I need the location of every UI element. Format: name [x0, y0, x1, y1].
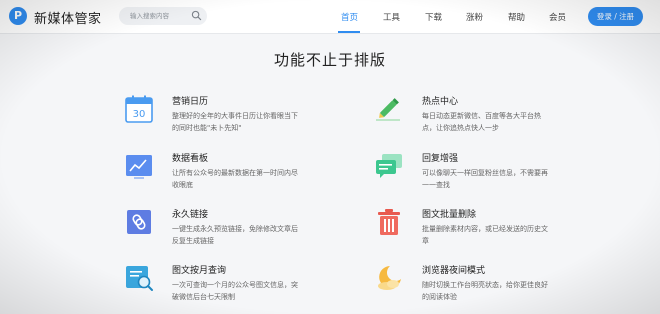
calendar-number: 30 [133, 109, 146, 120]
feature-marketing-calendar[interactable]: 30 营销日历 整理好的全年的大事件日历让你看眼当下的同时也能"未卜先知" [124, 94, 334, 140]
search-box [119, 7, 207, 25]
feature-title: 数据看板 [172, 154, 209, 164]
trash-icon [378, 209, 400, 235]
nav-download[interactable]: 下载 [425, 11, 442, 23]
feature-permanent-link[interactable]: 永久链接 一键生成永久预览链接，免除修改文章后反复生成链接 [124, 207, 334, 253]
search-input[interactable] [130, 9, 190, 23]
top-navigation-bar: P 新媒体管家 首页 工具 下载 涨粉 帮助 会员 登录 / 注册 [0, 0, 660, 34]
nav-grow-fans[interactable]: 涨粉 [466, 11, 483, 23]
feature-title: 图文按月查询 [172, 266, 227, 276]
feature-title: 回复增强 [422, 154, 459, 164]
feature-description: 一次可查询一个月的公众号图文信息，突破微信后台七天限制 [172, 281, 298, 301]
feature-title: 热点中心 [422, 97, 459, 107]
calendar-icon: 30 [125, 95, 153, 123]
feature-title: 永久链接 [172, 210, 209, 220]
feature-description: 一键生成永久预览链接，免除修改文章后反复生成链接 [172, 225, 298, 245]
feature-hot-topics[interactable]: 热点中心 每日动态更新微信、百度等各大平台热点，让你追热点快人一步 [374, 94, 584, 140]
nav-tools[interactable]: 工具 [383, 11, 400, 23]
login-register-button[interactable]: 登录 / 注册 [588, 7, 643, 26]
link-icon [127, 210, 151, 234]
pen-icon [376, 98, 400, 121]
logo-text[interactable]: 新媒体管家 [34, 8, 102, 27]
feature-monthly-query[interactable]: 图文按月查询 一次可查询一个月的公众号图文信息，突破微信后台七天限制 [124, 263, 334, 309]
nav-active-indicator [338, 31, 360, 33]
feature-description: 整理好的全年的大事件日历让你看眼当下的同时也能"未卜先知" [172, 112, 298, 132]
section-heading: 功能不止于排版 [273, 51, 386, 69]
feature-description: 让所有公众号的最新数据在第一时间内尽收眼底 [172, 169, 298, 189]
search-icon[interactable] [191, 10, 202, 21]
feature-data-dashboard[interactable]: 数据看板 让所有公众号的最新数据在第一时间内尽收眼底 [124, 151, 334, 197]
feature-batch-delete[interactable]: 图文批量删除 批量删除素材内容，或已经发送的历史文章 [374, 207, 584, 253]
feature-description: 可以像聊天一样回复粉丝信息，不需要再一一查找 [422, 169, 548, 189]
logo-icon[interactable]: P [9, 7, 27, 25]
feature-description: 随时切换工作台明亮状态，给你更佳良好的阅读体验 [422, 281, 548, 301]
feature-night-mode[interactable]: 浏览器夜间模式 随时切换工作台明亮状态，给你更佳良好的阅读体验 [374, 263, 584, 309]
moon-icon [378, 266, 401, 290]
nav-membership[interactable]: 会员 [549, 11, 566, 23]
feature-title: 浏览器夜间模式 [422, 266, 486, 276]
search-doc-icon [126, 266, 153, 291]
feature-description: 每日动态更新微信、百度等各大平台热点，让你追热点快人一步 [422, 112, 541, 132]
feature-reply-enhance[interactable]: 回复增强 可以像聊天一样回复粉丝信息，不需要再一一查找 [374, 151, 584, 197]
feature-title: 营销日历 [172, 97, 209, 107]
nav-home[interactable]: 首页 [341, 11, 358, 23]
feature-title: 图文批量删除 [422, 210, 477, 220]
chart-icon [126, 155, 152, 179]
chat-icon [376, 154, 402, 178]
feature-description: 批量删除素材内容，或已经发送的历史文章 [422, 225, 548, 245]
nav-help[interactable]: 帮助 [508, 11, 525, 23]
